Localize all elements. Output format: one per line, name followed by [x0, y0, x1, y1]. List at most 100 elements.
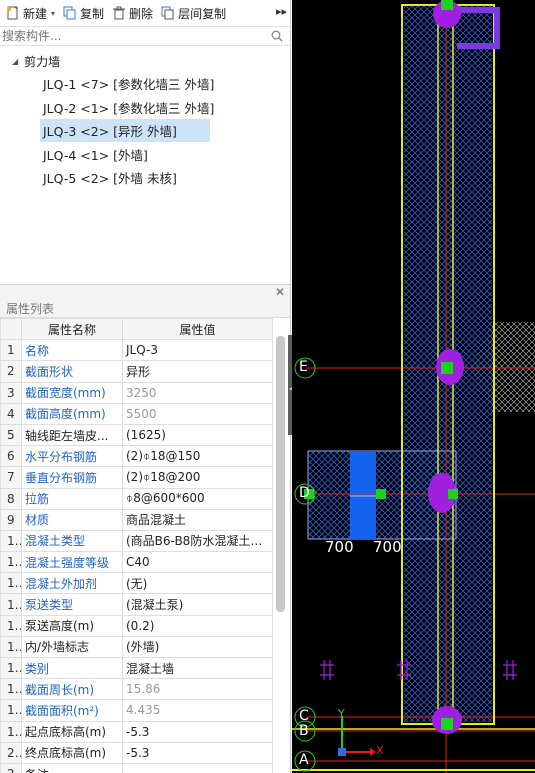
- node-e[interactable]: [441, 362, 453, 374]
- property-value[interactable]: 15.86: [122, 678, 273, 701]
- collapse-icon[interactable]: ◢: [12, 57, 18, 66]
- axis-label-e: E: [299, 359, 308, 375]
- search-bar: [0, 26, 290, 46]
- new-button-label: 新建: [23, 6, 48, 21]
- property-name: 混凝土强度等级: [21, 551, 123, 574]
- property-row[interactable]: 6 水平分布钢筋 (2)⌽18@150: [0, 445, 273, 468]
- row-number-header: [0, 317, 22, 341]
- row-number: 6: [0, 445, 22, 468]
- property-row[interactable]: 5 轴线距左墙皮... (1625): [0, 423, 273, 447]
- toolbar-more-icon[interactable]: ▸▸: [276, 5, 287, 18]
- property-value[interactable]: (无): [122, 572, 273, 595]
- property-value[interactable]: (2)⌽18@150: [122, 445, 273, 468]
- origin-x-label: X: [376, 744, 384, 757]
- property-panel-title: 属性列表: [0, 300, 290, 318]
- tree-item-label: JLQ-2 <1> [参数化墙三 外墙]: [43, 100, 215, 116]
- property-row[interactable]: 14 泵送高度(m) (0.2): [0, 614, 273, 637]
- tree-item-label: JLQ-3 <2> [异形 外墙]: [40, 119, 210, 143]
- component-toolbar: 新建 ▾ 复制 删除 层间复制 ▸▸: [0, 0, 290, 26]
- property-value[interactable]: 商品混凝土: [122, 508, 273, 531]
- property-row[interactable]: 21备注: [0, 762, 273, 773]
- new-dropdown-icon[interactable]: ▾: [51, 9, 55, 18]
- property-row[interactable]: 10 混凝土类型 (商品B6-B8防水混凝土2...: [0, 529, 273, 553]
- tree-item-jlq-1[interactable]: JLQ-1 <7> [参数化墙三 外墙]: [0, 72, 290, 96]
- property-value[interactable]: JLQ-3: [122, 339, 273, 362]
- property-row[interactable]: 17 截面周长(m) 15.86: [0, 678, 273, 701]
- property-row[interactable]: 1 名称 JLQ-3: [0, 339, 273, 362]
- property-value[interactable]: 异形: [122, 360, 273, 383]
- row-number: 10: [0, 529, 22, 553]
- property-value[interactable]: C40: [122, 551, 273, 574]
- property-value[interactable]: [122, 762, 273, 773]
- new-icon: [7, 6, 18, 20]
- new-button[interactable]: 新建 ▾: [2, 2, 59, 24]
- node-bottom[interactable]: [441, 718, 453, 730]
- property-name: 起点底标高(m): [21, 720, 123, 743]
- property-name: 内/外墙标志: [21, 635, 123, 659]
- property-row[interactable]: 3 截面宽度(mm) 3250: [0, 381, 273, 404]
- tree-item-jlq-5[interactable]: JLQ-5 <2> [外墙 未核]: [0, 166, 290, 190]
- property-value[interactable]: (0.2): [122, 614, 273, 637]
- delete-button[interactable]: 删除: [108, 2, 157, 24]
- tree-root-shear-wall[interactable]: ◢ 剪力墙: [0, 50, 290, 72]
- axis-label-b: B: [299, 723, 309, 739]
- row-number: 8: [0, 487, 22, 510]
- row-number: 13: [0, 593, 22, 616]
- property-row[interactable]: 18 截面面积(m²) 4.435: [0, 699, 273, 722]
- origin-marker: [338, 748, 346, 756]
- close-icon[interactable]: ✕: [275, 285, 285, 299]
- property-value[interactable]: ⌽8@600*600: [122, 487, 273, 510]
- property-value[interactable]: 3250: [122, 381, 273, 404]
- property-value-header: 属性值: [122, 317, 273, 341]
- property-row[interactable]: 20 终点底标高(m) -5.3: [0, 741, 273, 764]
- property-value[interactable]: -5.3: [122, 720, 273, 743]
- property-name: 类别: [21, 656, 123, 680]
- floor-copy-icon: [161, 6, 174, 20]
- property-value[interactable]: 4.435: [122, 699, 273, 722]
- property-name: 终点底标高(m): [21, 741, 123, 764]
- floor-copy-button[interactable]: 层间复制: [157, 2, 230, 24]
- drawing-canvas[interactable]: E D C B A 700 700 Y X: [292, 0, 535, 773]
- row-number: 18: [0, 699, 22, 722]
- property-name: 水平分布钢筋: [21, 445, 123, 468]
- row-number: 12: [0, 572, 22, 595]
- property-row[interactable]: 9 材质 商品混凝土: [0, 508, 273, 531]
- property-value[interactable]: (商品B6-B8防水混凝土2...: [122, 529, 273, 553]
- row-number: 16: [0, 656, 22, 680]
- property-name: 截面高度(mm): [21, 402, 123, 425]
- search-icon[interactable]: [271, 30, 283, 42]
- tree-item-jlq-4[interactable]: JLQ-4 <1> [外墙]: [0, 143, 290, 167]
- node-d-right[interactable]: [448, 489, 458, 499]
- tree-item-jlq-3[interactable]: JLQ-3 <2> [异形 外墙]: [0, 119, 290, 143]
- property-panel-header: ✕: [0, 284, 290, 300]
- property-name: 名称: [21, 339, 123, 362]
- row-number: 2: [0, 360, 22, 383]
- property-row[interactable]: 2 截面形状 异形: [0, 360, 273, 383]
- node-d-mid[interactable]: [376, 489, 386, 499]
- property-row[interactable]: 11 混凝土强度等级 C40: [0, 551, 273, 574]
- drawing-svg: [292, 0, 535, 773]
- property-row[interactable]: 7 垂直分布钢筋 (2)⌽18@200: [0, 466, 273, 489]
- property-row[interactable]: 19 起点底标高(m) -5.3: [0, 720, 273, 743]
- property-scrollbar[interactable]: [276, 336, 285, 612]
- property-row[interactable]: 13 泵送类型 (混凝土泵): [0, 593, 273, 616]
- property-value[interactable]: (混凝土泵): [122, 593, 273, 616]
- property-value[interactable]: 5500: [122, 402, 273, 425]
- property-row[interactable]: 4 截面高度(mm) 5500: [0, 402, 273, 425]
- search-input[interactable]: [0, 27, 260, 45]
- property-value[interactable]: 混凝土墙: [122, 656, 273, 680]
- wall-block[interactable]: [350, 451, 376, 539]
- tree-item-jlq-2[interactable]: JLQ-2 <1> [参数化墙三 外墙]: [0, 96, 290, 120]
- property-value[interactable]: (2)⌽18@200: [122, 466, 273, 489]
- property-value[interactable]: (外墙): [122, 635, 273, 659]
- property-row[interactable]: 15 内/外墙标志 (外墙): [0, 635, 273, 659]
- property-value[interactable]: (1625): [122, 423, 273, 447]
- copy-button[interactable]: 复制: [59, 2, 108, 24]
- property-row[interactable]: 12 混凝土外加剂 (无): [0, 572, 273, 595]
- property-value[interactable]: -5.3: [122, 741, 273, 764]
- node-top[interactable]: [441, 0, 453, 10]
- property-name: 混凝土外加剂: [21, 572, 123, 595]
- property-row[interactable]: 8 拉筋 ⌽8@600*600: [0, 487, 273, 510]
- property-row[interactable]: 16 类别 混凝土墙: [0, 656, 273, 680]
- property-table-header: 属性名称 属性值: [0, 317, 273, 341]
